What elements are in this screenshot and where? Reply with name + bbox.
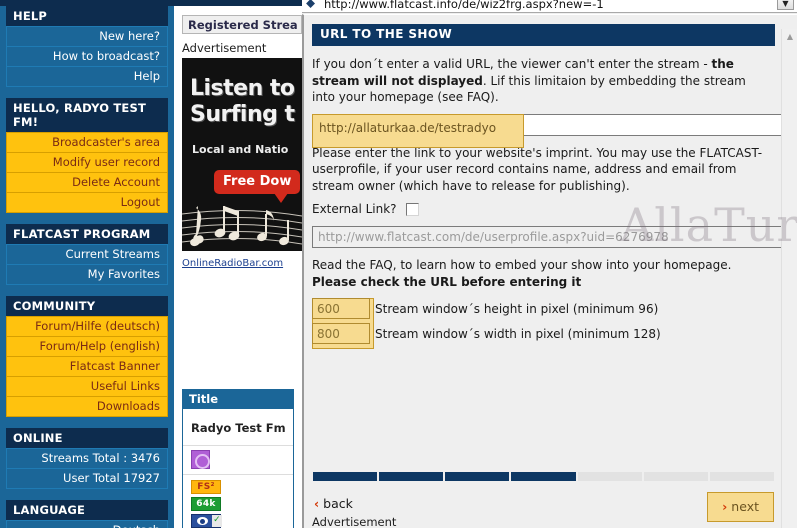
sidebar-item[interactable]: Useful Links [6, 377, 168, 397]
sidebar-item[interactable]: Current Streams [6, 244, 168, 265]
progress-segment [709, 472, 774, 481]
sidebar-group-header: HELP [6, 6, 168, 26]
eye-icon: ✓ [191, 514, 222, 528]
progress-segment [511, 472, 576, 481]
external-link-checkbox[interactable] [405, 202, 419, 216]
imprint-paragraph: Please enter the link to your website's … [312, 145, 763, 193]
ad-source-link[interactable]: OnlineRadioBar.com [182, 258, 283, 269]
page-title: URL TO THE SHOW [312, 24, 775, 46]
progress-segment [445, 472, 510, 481]
sidebar-item[interactable]: Forum/Hilfe (deutsch) [6, 316, 168, 337]
dimensions-group: Stream window´s height in pixel (minimum… [312, 298, 775, 349]
shield-icon: ⬥ [306, 0, 316, 11]
sidebar-group-header: HELLO, RADYO TEST FM! [6, 98, 168, 132]
stream-badges: FS² 64k ✓ [183, 475, 293, 528]
url-autocomplete-suggestion[interactable]: http://allaturkaa.de/testradyo [312, 113, 524, 148]
sidebar-item[interactable]: User Total 17927 [6, 469, 168, 489]
external-link-label: External Link? [312, 202, 397, 216]
ad-subline: Local and Natio [192, 143, 289, 156]
sidebar-group: ONLINE Streams Total : 3476 User Total 179… [6, 428, 168, 489]
sidebar-item[interactable]: Streams Total : 3476 [6, 448, 168, 469]
imprint-url-field-row [312, 226, 781, 248]
progress-segment [313, 472, 378, 481]
ad-free-download-button[interactable]: Free Dow [214, 170, 301, 194]
scroll-up-arrow-icon[interactable]: ▲ [782, 29, 797, 45]
stream-height-label: Stream window´s height in pixel (minimum… [375, 301, 659, 316]
chevron-down-icon[interactable]: ▼ [777, 0, 794, 10]
wizard-footer: ‹ back › next Advertisement [304, 466, 781, 528]
sidebar-item[interactable]: My Favorites [6, 265, 168, 285]
faq-text-bold: Please check the URL before entering it [312, 274, 582, 289]
badge-fs2: FS² [191, 480, 221, 494]
registered-streams-header: Registered Strea [182, 15, 302, 34]
sidebar-item[interactable]: Deutsch [6, 520, 168, 528]
wizard-content: URL TO THE SHOW If you don´t enter a val… [304, 15, 781, 528]
sidebar-item[interactable]: Broadcaster's area [6, 132, 168, 153]
faq-text: Read the FAQ, to learn how to embed your… [312, 258, 732, 272]
check-mark-icon: ✓ [212, 515, 222, 527]
sidebar-group-header: LANGUAGE [6, 500, 168, 520]
next-button[interactable]: › next [707, 492, 774, 522]
sidebar-item[interactable]: New here? [6, 26, 168, 47]
left-sidebar: HELP New here? How to broadcast? Help HELLO,… [0, 0, 174, 528]
browser-panel: ⬥ http://www.flatcast.info/de/wiz2frg.as… [302, 0, 797, 528]
stream-thumbnail-row [183, 446, 293, 475]
title-panel-header: Title [183, 390, 293, 409]
sidebar-group: LANGUAGEDeutschEnglish [6, 500, 168, 528]
progress-segment [379, 472, 444, 481]
sidebar-item[interactable]: Forum/Help (english) [6, 337, 168, 357]
sidebar-group: HELP New here? How to broadcast? Help [6, 6, 168, 87]
chevron-left-icon: ‹ [314, 496, 320, 511]
broken-image-icon [191, 450, 210, 469]
url-text: http://www.flatcast.info/de/wiz2frg.aspx… [324, 0, 604, 11]
intro-text-1: If you don´t enter a valid URL, the view… [312, 57, 712, 71]
back-button-label: back [323, 496, 353, 511]
back-button[interactable]: ‹ back [314, 496, 353, 511]
middle-column: Registered Strea Advertisement Listen to… [174, 0, 302, 528]
sidebar-group: FLATCAST PROGRAM Current Streams My Favori… [6, 224, 168, 285]
faq-paragraph: Read the FAQ, to learn how to embed your… [312, 257, 775, 290]
sidebar-item[interactable]: Flatcast Banner [6, 357, 168, 377]
footer-advertisement-label: Advertisement [312, 515, 397, 528]
ad-headline-line1: Listen to [190, 76, 295, 101]
external-link-row: External Link? [312, 202, 775, 216]
stream-width-row: Stream window´s width in pixel (minimum … [312, 323, 775, 344]
sidebar-group: HELLO, RADYO TEST FM! Broadcaster's area M… [6, 98, 168, 213]
chevron-right-icon: › [722, 499, 728, 514]
sidebar-item[interactable]: Modify user record [6, 153, 168, 173]
progress-segment [577, 472, 642, 481]
stream-height-input[interactable] [312, 298, 370, 319]
stream-width-label: Stream window´s width in pixel (minimum … [375, 326, 661, 341]
stream-width-input[interactable] [312, 323, 370, 344]
wizard-progress-bar [313, 472, 774, 481]
music-notes-icon [182, 206, 302, 247]
sidebar-item[interactable]: Delete Account [6, 173, 168, 193]
sidebar-groups: HELP New here? How to broadcast? Help HELLO,… [0, 6, 174, 528]
progress-segment [643, 472, 708, 481]
badge-bitrate: 64k [191, 497, 221, 511]
sidebar-group-header: FLATCAST PROGRAM [6, 224, 168, 244]
advertisement-label: Advertisement [182, 41, 267, 55]
next-button-label: next [731, 499, 759, 514]
sidebar-group: COMMUNITY Forum/Hilfe (deutsch) Forum/Help… [6, 296, 168, 417]
vertical-scrollbar[interactable]: ▲ [781, 29, 797, 528]
imprint-url-input[interactable] [312, 226, 781, 248]
show-url-field-row: http://allaturkaa.de/testradyo [312, 113, 781, 148]
screenshot-root: HELP New here? How to broadcast? Help HELLO,… [0, 0, 797, 528]
sidebar-item[interactable]: Help [6, 67, 168, 87]
stream-height-row: Stream window´s height in pixel (minimum… [312, 298, 775, 319]
intro-paragraph: If you don´t enter a valid URL, the view… [312, 56, 775, 106]
title-panel: Title Radyo Test Fm FS² 64k ✓ [182, 389, 294, 528]
stream-name: Radyo Test Fm [183, 409, 293, 446]
sidebar-item[interactable]: Downloads [6, 397, 168, 417]
sidebar-item[interactable]: How to broadcast? [6, 47, 168, 67]
ad-headline-line2: Surfing t [190, 102, 295, 127]
sidebar-group-header: ONLINE [6, 428, 168, 448]
browser-url-bar[interactable]: ⬥ http://www.flatcast.info/de/wiz2frg.as… [302, 0, 797, 13]
sidebar-item[interactable]: Logout [6, 193, 168, 213]
page-frame: URL TO THE SHOW If you don´t enter a val… [302, 14, 797, 528]
sidebar-group-header: COMMUNITY [6, 296, 168, 316]
advertisement-banner[interactable]: Listen to Surfing t Local and Natio Free… [182, 58, 302, 251]
